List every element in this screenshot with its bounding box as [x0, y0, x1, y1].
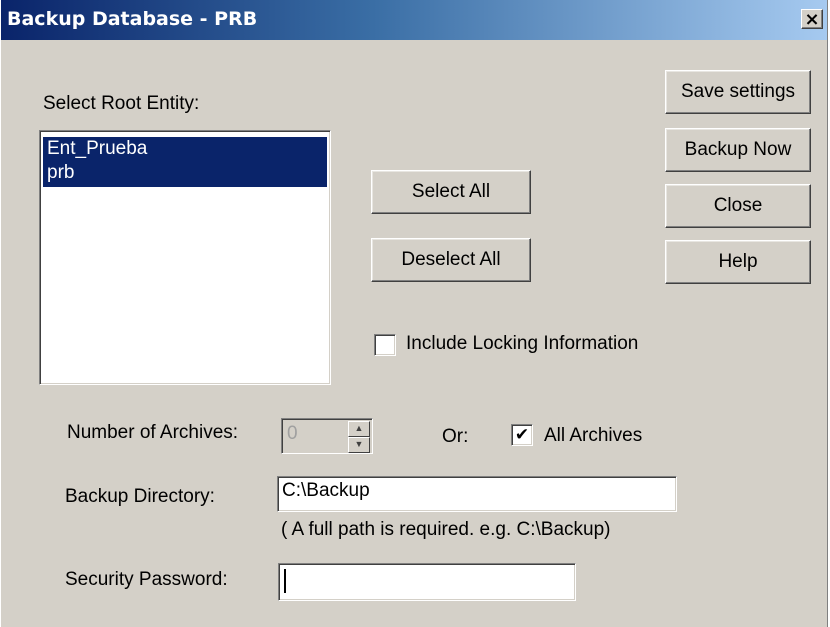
spin-down-icon[interactable]: ▼	[348, 437, 370, 453]
close-icon[interactable]: ×	[801, 9, 823, 29]
include-locking-label: Include Locking Information	[406, 333, 639, 354]
save-settings-button[interactable]: Save settings	[665, 70, 811, 114]
root-entity-list[interactable]: Ent_Prueba prb	[39, 130, 331, 385]
list-item[interactable]: prb	[43, 161, 327, 187]
backup-directory-hint: ( A full path is required. e.g. C:\Backu…	[281, 519, 611, 540]
number-of-archives-spinner[interactable]: 0 ▲ ▼	[281, 418, 373, 454]
deselect-all-button[interactable]: Deselect All	[371, 238, 531, 282]
spin-up-icon[interactable]: ▲	[348, 421, 370, 437]
backup-directory-value: C:\Backup	[282, 480, 370, 501]
backup-directory-label: Backup Directory:	[65, 486, 215, 507]
close-button[interactable]: Close	[665, 184, 811, 228]
text-caret	[284, 569, 286, 593]
root-entity-label: Select Root Entity:	[43, 93, 200, 114]
backup-directory-input[interactable]: C:\Backup	[277, 476, 677, 512]
all-archives-checkbox[interactable]: ✔	[511, 424, 533, 446]
or-label: Or:	[442, 426, 469, 447]
security-password-input[interactable]	[278, 563, 576, 601]
number-of-archives-label: Number of Archives:	[67, 422, 239, 443]
window-title: Backup Database - PRB	[7, 8, 258, 30]
help-button[interactable]: Help	[665, 240, 811, 284]
security-password-label: Security Password:	[65, 569, 228, 590]
backup-now-button[interactable]: Backup Now	[665, 128, 811, 172]
title-bar[interactable]: Backup Database - PRB ×	[1, 0, 827, 40]
archives-count: 0	[287, 423, 298, 444]
all-archives-label: All Archives	[544, 425, 643, 446]
select-all-button[interactable]: Select All	[371, 170, 531, 214]
list-item[interactable]: Ent_Prueba	[43, 137, 327, 163]
include-locking-checkbox[interactable]	[374, 334, 396, 356]
backup-database-dialog: Backup Database - PRB × Select Root Enti…	[0, 0, 828, 627]
